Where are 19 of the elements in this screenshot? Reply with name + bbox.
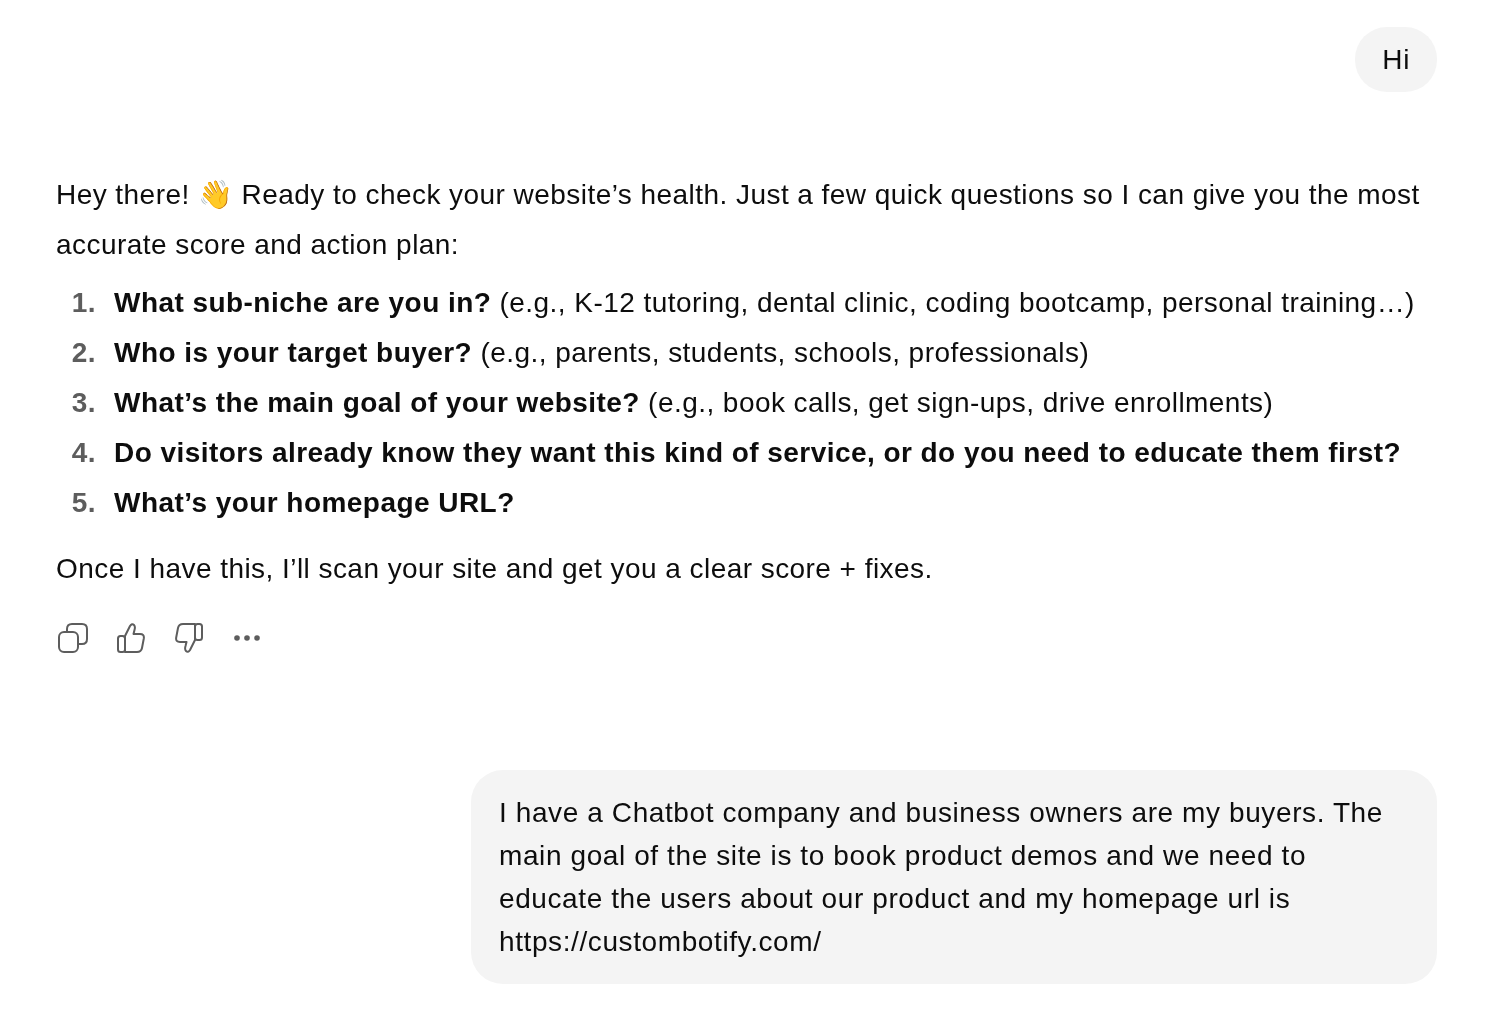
user-message: Hi	[1355, 27, 1437, 92]
copy-icon	[58, 623, 88, 653]
thumbs-down-icon	[175, 623, 203, 653]
list-number: 4.	[70, 436, 96, 470]
intro-text: Hey there! 👋 Ready to check your website’s health. Just a few quick questions so I can give you the most accurate score and action plan:	[56, 178, 1421, 262]
copy-button[interactable]	[55, 620, 91, 656]
more-icon	[234, 635, 260, 641]
question-text: What’s the main goal of your website? (e.g., book calls, get sign-ups, drive enrollments)	[114, 386, 1275, 420]
thumbs-up-icon	[117, 623, 145, 653]
list-number: 2.	[70, 336, 96, 370]
list-number: 3.	[70, 386, 96, 420]
question-text: Who is your target buyer? (e.g., parents, students, schools, professionals)	[114, 336, 1091, 370]
question-text: Do visitors already know they want this kind of service, or do you need to educate them first?	[114, 436, 1402, 470]
list-number: 1.	[70, 286, 96, 320]
closing-text: Once I have this, I’ll scan your site and get you a clear score + fixes.	[56, 552, 934, 586]
user-message: I have a Chatbot company and business owners are my buyers. The main goal of the site is to book product demos and we need to educate the users about our product and my homepage url is https://custombotify.com/	[471, 770, 1437, 984]
question-text: What’s your homepage URL?	[114, 486, 516, 520]
list-number: 5.	[70, 486, 96, 520]
question-text: What sub-niche are you in? (e.g., K-12 tutoring, dental clinic, coding bootcamp, personal training…)	[114, 286, 1416, 320]
